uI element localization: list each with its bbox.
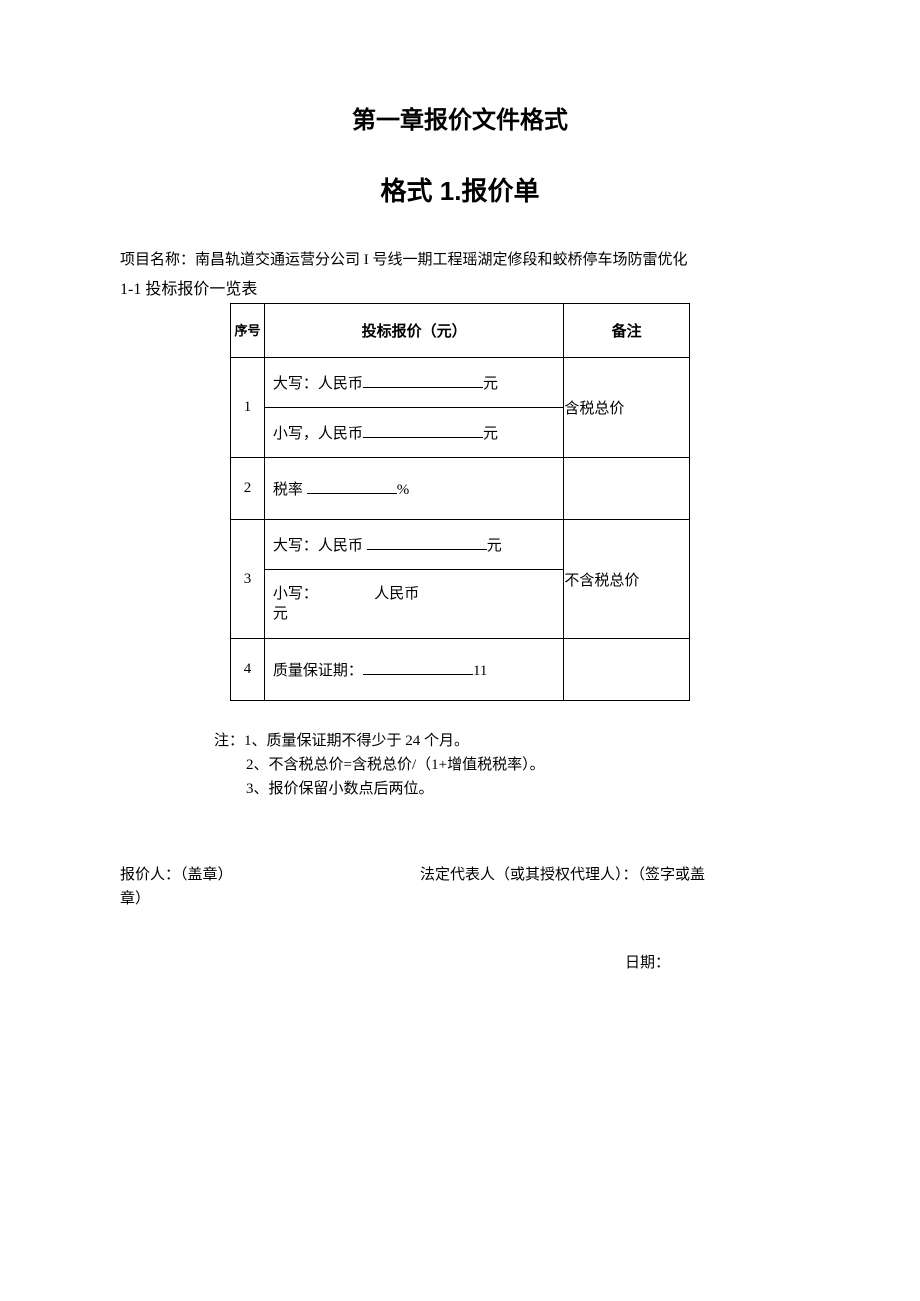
row3-line2c: 元 xyxy=(273,606,288,622)
row3-line1-suffix: 元 xyxy=(487,538,502,554)
row2-prefix: 税率 xyxy=(273,482,303,498)
row3-line2a: 小写： xyxy=(273,586,318,602)
blank-field[interactable] xyxy=(367,536,487,550)
row1-line2: 小写，人民币 元 xyxy=(265,408,563,457)
blank-field[interactable] xyxy=(363,374,483,388)
format-heading: 格式 1.报价单 xyxy=(120,171,800,208)
row3-remark: 不含税总价 xyxy=(564,520,690,639)
table-row: 2 税率 % xyxy=(231,458,690,520)
project-name-text: 南昌轨道交通运营分公司 I 号线一期工程瑶湖定修段和蛟桥停车场防雷优化 xyxy=(195,252,688,268)
notes-block: 注：1、质量保证期不得少于 24 个月。 2、不含税总价=含税总价/（1+增值税… xyxy=(120,729,800,801)
row2-price-cell: 税率 % xyxy=(264,458,563,520)
row2-seq: 2 xyxy=(231,458,265,520)
header-price: 投标报价（元） xyxy=(264,304,563,358)
row3-line2b: 人民币 xyxy=(374,586,419,602)
row1-line1-suffix: 元 xyxy=(483,376,498,392)
rep-signature-cont: 章） xyxy=(120,887,800,911)
row2-line: 税率 % xyxy=(265,458,563,519)
row1-remark: 含税总价 xyxy=(564,358,690,458)
row4-prefix: 质量保证期： xyxy=(273,663,363,679)
row4-suffix: 11 xyxy=(473,663,487,679)
row3-seq: 3 xyxy=(231,520,265,639)
row1-line1: 大写：人民币 元 xyxy=(265,358,563,408)
project-name-line: 项目名称：南昌轨道交通运营分公司 I 号线一期工程瑶湖定修段和蛟桥停车场防雷优化 xyxy=(120,248,800,269)
quotation-table: 序号 投标报价（元） 备注 1 大写：人民币元 小写，人民币元 含税总价 2 税… xyxy=(230,303,690,701)
note-2: 2、不含税总价=含税总价/（1+增值税税率）。 xyxy=(214,753,800,777)
blank-field[interactable] xyxy=(307,480,397,494)
row4-line: 质量保证期： 11 xyxy=(265,639,563,700)
table-header-row: 序号 投标报价（元） 备注 xyxy=(231,304,690,358)
table-title: 1-1 投标报价一览表 xyxy=(120,275,800,299)
note-3: 3、报价保留小数点后两位。 xyxy=(214,777,800,801)
bidder-signature: 报价人：（盖章） xyxy=(120,863,420,887)
table-row: 4 质量保证期： 11 xyxy=(231,639,690,701)
project-label: 项目名称： xyxy=(120,252,195,268)
row2-remark xyxy=(564,458,690,520)
date-line: 日期： xyxy=(120,951,800,975)
row4-seq: 4 xyxy=(231,639,265,701)
blank-field[interactable] xyxy=(363,424,483,438)
header-seq: 序号 xyxy=(231,304,265,358)
row3-price-cell: 大写：人民币 元 小写： 人民币元 xyxy=(264,520,563,639)
row3-line1-prefix: 大写：人民币 xyxy=(273,538,363,554)
row4-remark xyxy=(564,639,690,701)
row1-price-cell: 大写：人民币元 小写，人民币元 xyxy=(264,358,563,458)
row4-price-cell: 质量保证期： 11 xyxy=(264,639,563,701)
chapter-heading: 第一章报价文件格式 xyxy=(120,100,800,135)
table-row: 3 大写：人民币 元 小写： 人民币元 不含税总价 xyxy=(231,520,690,639)
table-row: 1 大写：人民币元 小写，人民币元 含税总价 xyxy=(231,358,690,458)
row3-line1: 大写：人民币 元 xyxy=(265,520,563,570)
row1-line2-suffix: 元 xyxy=(483,426,498,442)
row3-line2: 小写： 人民币元 xyxy=(265,570,563,638)
rep-signature: 法定代表人（或其授权代理人）：（签字或盖 xyxy=(420,863,800,887)
row1-line2-prefix: 小写，人民币 xyxy=(273,426,363,442)
note-1: 注：1、质量保证期不得少于 24 个月。 xyxy=(214,729,800,753)
header-remark: 备注 xyxy=(564,304,690,358)
document-page: 第一章报价文件格式 格式 1.报价单 项目名称：南昌轨道交通运营分公司 I 号线… xyxy=(0,0,920,975)
blank-field[interactable] xyxy=(363,661,473,675)
row2-suffix: % xyxy=(397,482,410,498)
signature-block: 报价人：（盖章） 法定代表人（或其授权代理人）：（签字或盖 章） 日期： xyxy=(120,863,800,975)
row1-seq: 1 xyxy=(231,358,265,458)
row1-line1-prefix: 大写：人民币 xyxy=(273,376,363,392)
